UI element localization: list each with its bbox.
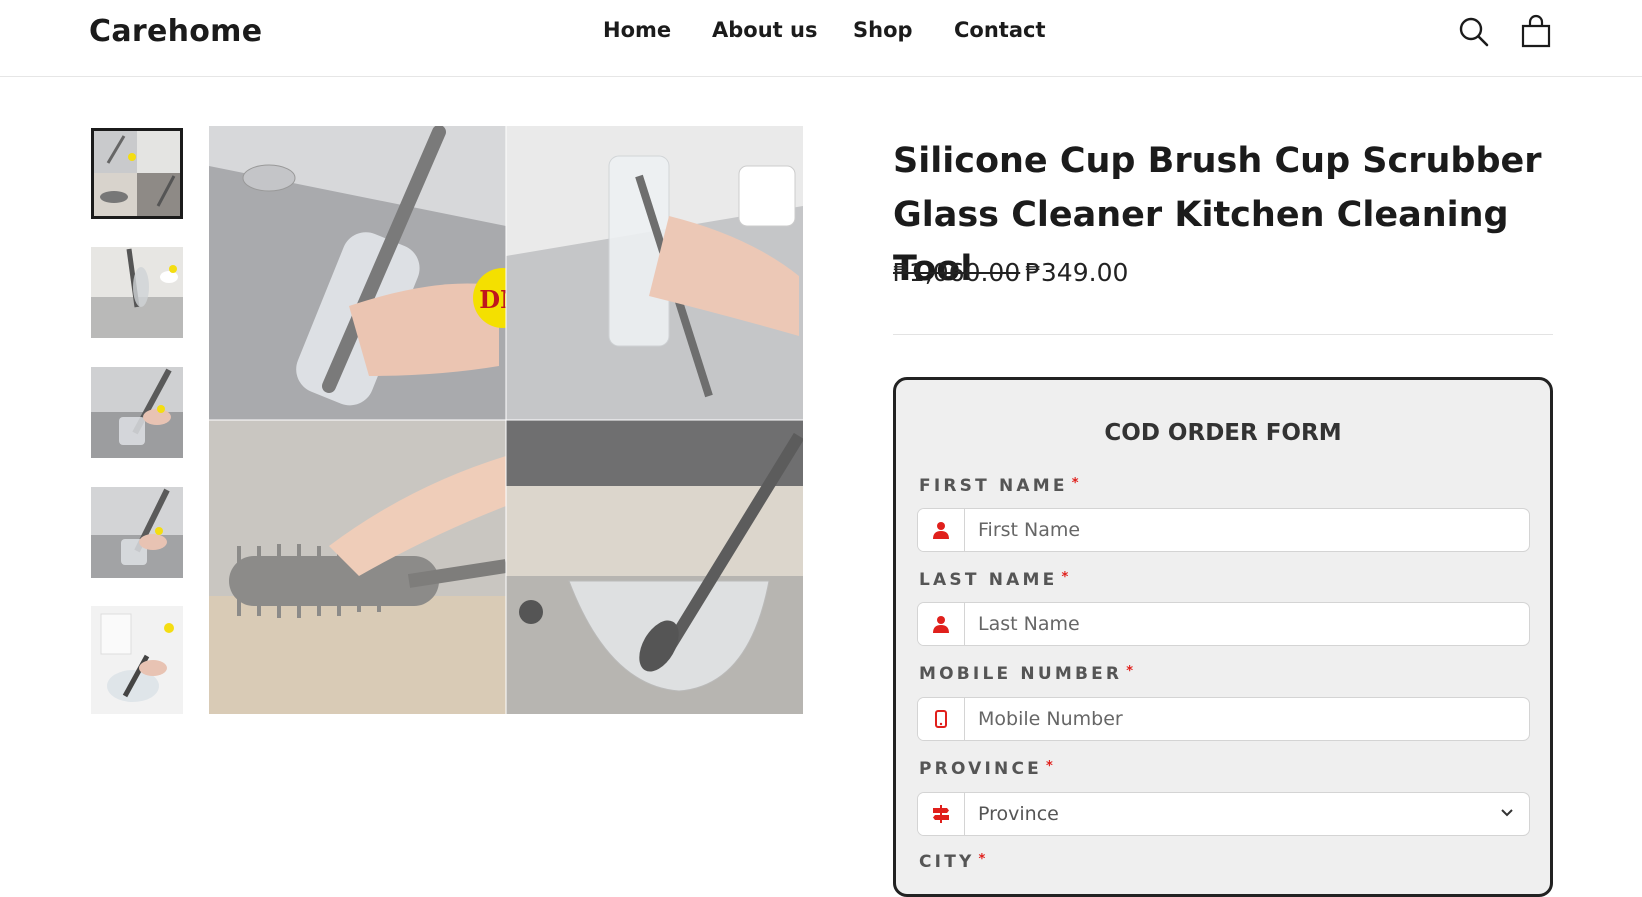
divider bbox=[893, 334, 1553, 335]
last-name-input[interactable] bbox=[965, 603, 1505, 645]
product-thumbnail[interactable] bbox=[91, 128, 183, 219]
product-thumbnail[interactable] bbox=[91, 487, 183, 578]
first-name-label: FIRST NAME * bbox=[919, 476, 1082, 496]
city-label: CITY * bbox=[919, 852, 989, 872]
product-thumbnail[interactable] bbox=[91, 367, 183, 458]
province-label: PROVINCE * bbox=[919, 759, 1056, 779]
nav-contact[interactable]: Contact bbox=[954, 18, 1046, 42]
last-name-field bbox=[917, 602, 1530, 646]
first-name-input[interactable] bbox=[965, 509, 1505, 551]
province-select[interactable]: Province bbox=[917, 792, 1530, 836]
last-name-label: LAST NAME * bbox=[919, 570, 1072, 590]
sale-price: ₱349.00 bbox=[1025, 258, 1129, 287]
mobile-number-input[interactable] bbox=[965, 698, 1505, 740]
form-title: COD ORDER FORM bbox=[1104, 420, 1342, 446]
chevron-down-icon bbox=[1499, 805, 1515, 825]
required-mark: * bbox=[1071, 476, 1082, 491]
first-name-field bbox=[917, 508, 1530, 552]
phone-icon bbox=[918, 698, 965, 740]
search-icon[interactable] bbox=[1456, 14, 1492, 50]
province-selected-value: Province bbox=[978, 803, 1059, 825]
product-thumbnail[interactable] bbox=[91, 247, 183, 338]
nav-about-us[interactable]: About us bbox=[712, 18, 817, 42]
site-logo[interactable]: Carehome bbox=[89, 14, 262, 49]
product-main-image[interactable]: DM bbox=[209, 126, 803, 714]
user-icon bbox=[918, 603, 965, 645]
mobile-number-field bbox=[917, 697, 1530, 741]
user-icon bbox=[918, 509, 965, 551]
product-thumbnail[interactable] bbox=[91, 606, 183, 714]
mobile-number-label: MOBILE NUMBER * bbox=[919, 664, 1137, 684]
cart-icon[interactable] bbox=[1518, 14, 1554, 50]
nav-shop[interactable]: Shop bbox=[853, 18, 913, 42]
site-header: Carehome Home About us Shop Contact bbox=[0, 0, 1642, 77]
cod-order-form: COD ORDER FORM FIRST NAME* LAST NAME* MO… bbox=[893, 377, 1553, 897]
original-price: ₱1,060.00 bbox=[893, 258, 1021, 287]
signpost-icon bbox=[918, 793, 965, 835]
nav-home[interactable]: Home bbox=[603, 18, 671, 42]
